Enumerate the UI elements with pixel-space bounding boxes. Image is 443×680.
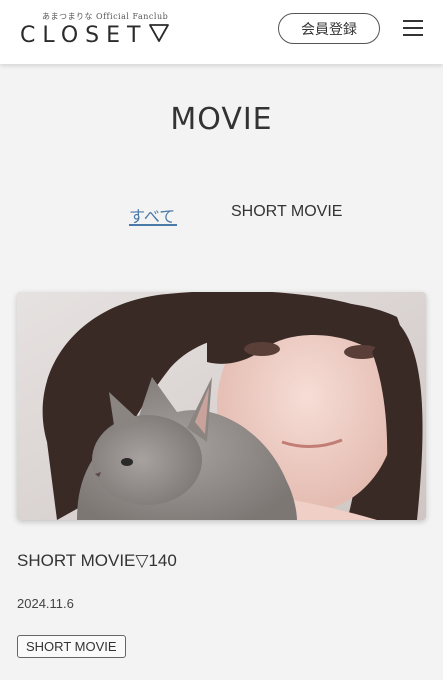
post-date: 2024.11.6	[17, 596, 74, 611]
category-tabs: すべて SHORT MOVIE	[0, 203, 443, 233]
hamburger-menu-icon[interactable]	[403, 20, 423, 36]
thumbnail-illustration	[17, 292, 426, 520]
triangle-down-outline-icon	[149, 24, 170, 47]
logo-subtitle: あまつまりな Official Fanclub	[42, 12, 169, 21]
logo-text: CLOSET	[20, 23, 148, 48]
site-logo[interactable]: CLOSET	[20, 23, 170, 48]
site-header: あまつまりな Official Fanclub CLOSET 会員登録	[0, 0, 443, 64]
category-tag[interactable]: SHORT MOVIE	[17, 635, 126, 658]
active-tab-underline	[129, 224, 177, 226]
page-title: MOVIE	[170, 102, 273, 137]
tab-short-movie[interactable]: SHORT MOVIE	[231, 203, 342, 221]
post-title[interactable]: SHORT MOVIE▽140	[17, 551, 177, 571]
member-register-button[interactable]: 会員登録	[278, 13, 380, 44]
video-thumbnail[interactable]	[17, 292, 426, 520]
